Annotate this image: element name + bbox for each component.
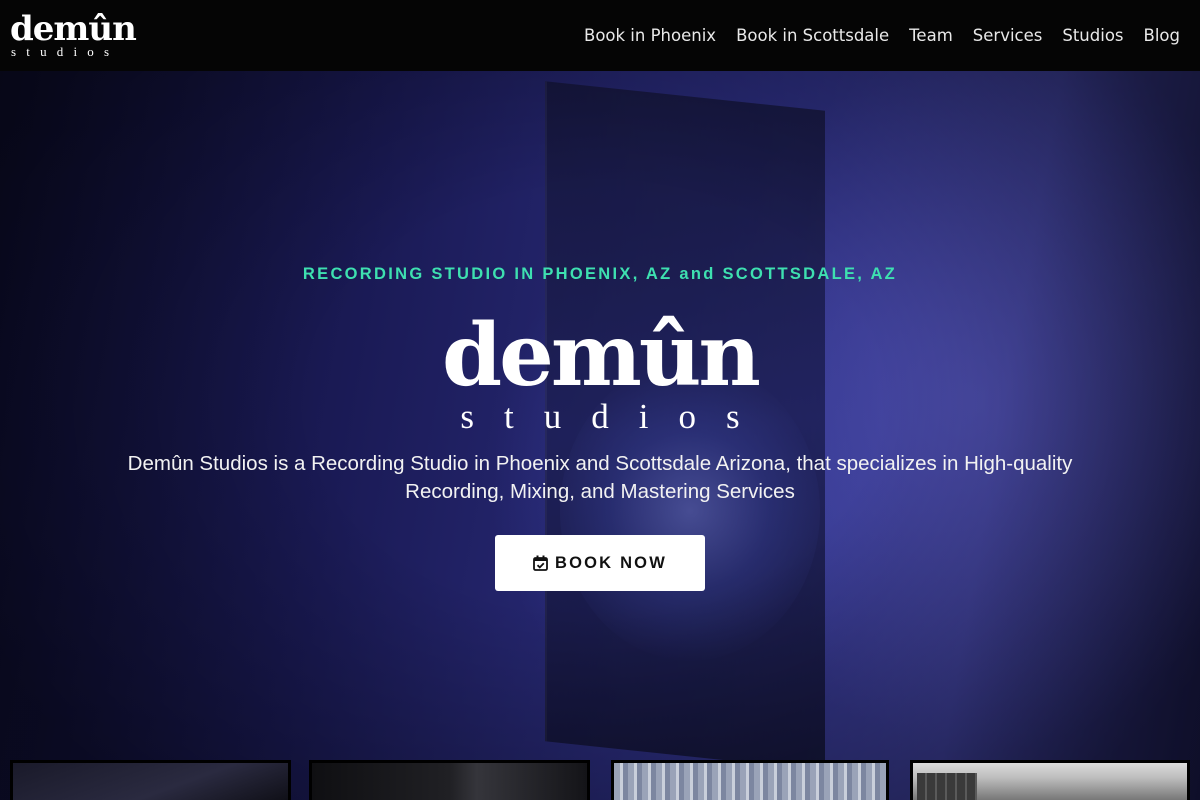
studio-thumbnail[interactable] <box>10 760 291 800</box>
nav-blog[interactable]: Blog <box>1144 26 1180 45</box>
nav-book-phoenix[interactable]: Book in Phoenix <box>584 26 716 45</box>
hero-logo-sub: studios <box>460 397 770 436</box>
main-nav: Book in Phoenix Book in Scottsdale Team … <box>584 26 1180 45</box>
studio-thumbnail[interactable] <box>910 760 1190 800</box>
studio-thumbnail[interactable] <box>309 760 590 800</box>
nav-services[interactable]: Services <box>973 26 1043 45</box>
studio-thumbnails <box>0 760 1200 800</box>
studio-thumbnail[interactable] <box>611 760 889 800</box>
nav-studios[interactable]: Studios <box>1062 26 1123 45</box>
hero-tagline: Demûn Studios is a Recording Studio in P… <box>127 452 1073 503</box>
hero-logo-word: demûn <box>442 305 761 406</box>
book-now-label: BOOK NOW <box>554 553 667 572</box>
site-header: demûn studios Book in Phoenix Book in Sc… <box>0 0 1200 71</box>
header-logo[interactable]: demûn studios <box>10 8 137 58</box>
hero-section: RECORDING STUDIO IN PHOENIX, AZ and SCOT… <box>0 71 1200 800</box>
book-now-button[interactable]: BOOK NOW <box>495 535 705 591</box>
calendar-check-icon <box>533 555 548 571</box>
hero-content: RECORDING STUDIO IN PHOENIX, AZ and SCOT… <box>0 71 1200 800</box>
nav-team[interactable]: Team <box>909 26 953 45</box>
hero-logo: demûn studios <box>420 305 780 436</box>
nav-book-scottsdale[interactable]: Book in Scottsdale <box>736 26 889 45</box>
header-logo-word: demûn <box>10 8 137 49</box>
hero-eyebrow: RECORDING STUDIO IN PHOENIX, AZ and SCOT… <box>302 265 898 283</box>
